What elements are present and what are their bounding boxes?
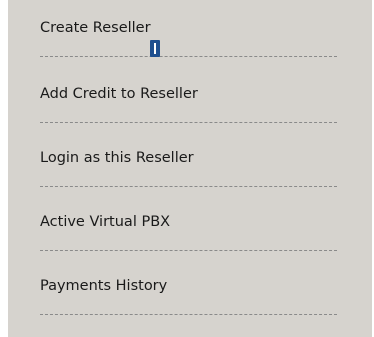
menu-item-label: Active Virtual PBX — [40, 214, 171, 230]
reseller-actions-menu: Create Reseller Add Credit to Reseller L… — [8, 0, 372, 337]
caret-bar — [154, 43, 156, 54]
menu-separator — [40, 186, 337, 187]
menu-item-payments-history[interactable]: Payments History — [40, 276, 340, 334]
menu-item-label: Payments History — [40, 278, 168, 294]
menu-item-label: Create Reseller — [40, 20, 151, 36]
menu-separator — [40, 122, 337, 123]
menu-separator — [40, 56, 337, 57]
menu-item-label: Login as this Reseller — [40, 150, 194, 166]
text-cursor-icon — [150, 40, 160, 57]
menu-separator — [40, 314, 337, 315]
menu-item-active-virtual-pbx[interactable]: Active Virtual PBX — [40, 212, 340, 270]
menu-item-login-as-this-reseller[interactable]: Login as this Reseller — [40, 148, 340, 206]
menu-item-label: Add Credit to Reseller — [40, 86, 198, 102]
menu-item-add-credit-to-reseller[interactable]: Add Credit to Reseller — [40, 84, 340, 142]
menu-item-create-reseller[interactable]: Create Reseller — [40, 18, 340, 76]
menu-separator — [40, 250, 337, 251]
